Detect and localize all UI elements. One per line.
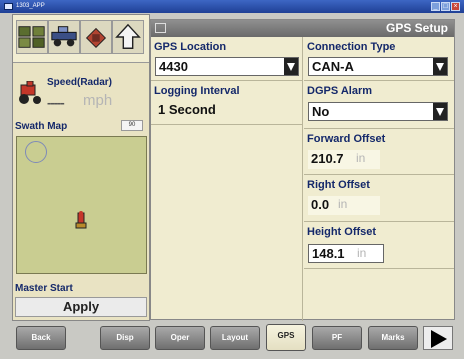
gps-location-cell: GPS Location 4430: [151, 37, 302, 81]
settings-column-right: Connection Type CAN-A DGPS Alarm No Forw…: [304, 37, 454, 321]
screens-button[interactable]: [16, 20, 48, 54]
swath-map-badge[interactable]: 90: [121, 120, 143, 131]
logging-interval-cell[interactable]: Logging Interval 1 Second: [151, 81, 302, 125]
minimize-button[interactable]: _: [431, 2, 440, 11]
height-offset-field[interactable]: 148.1 in: [308, 244, 384, 263]
height-offset-value: 148.1: [312, 246, 345, 261]
right-offset-label: Right Offset: [307, 179, 370, 191]
height-offset-unit: in: [357, 246, 367, 260]
app-icon: [4, 3, 13, 10]
settings-column-left: GPS Location 4430 Logging Interval 1 Sec…: [151, 37, 303, 321]
connection-type-select[interactable]: CAN-A: [308, 57, 448, 76]
gps-setup-panel: GPS Setup GPS Location 4430 Logging Inte…: [150, 19, 455, 321]
gps-location-select[interactable]: 4430: [155, 57, 299, 76]
height-offset-cell: Height Offset 148.1 in: [304, 222, 454, 269]
right-offset-value: 0.0: [311, 197, 330, 212]
forward-offset-value: 210.7: [311, 151, 344, 166]
swath-map-header: Swath Map 90: [13, 119, 149, 135]
logging-interval-value: 1 Second: [158, 102, 216, 117]
compass-icon: [25, 141, 47, 163]
tab-back[interactable]: Back: [16, 326, 66, 350]
height-offset-label: Height Offset: [307, 226, 377, 238]
up-arrow-button[interactable]: [112, 20, 144, 54]
forward-offset-unit: in: [356, 151, 366, 165]
tractor-icon: [19, 81, 41, 104]
connection-type-cell: Connection Type CAN-A: [304, 37, 454, 81]
right-offset-unit: in: [338, 197, 348, 211]
implement-icon: [85, 27, 107, 48]
tab-marks[interactable]: Marks: [368, 326, 418, 350]
window-title-bar: 1303_APP _ □ ×: [0, 0, 464, 13]
maximize-button[interactable]: □: [441, 2, 450, 11]
implement-button[interactable]: [80, 20, 112, 54]
logging-interval-label: Logging Interval: [154, 85, 240, 97]
speed-value: -----: [47, 95, 65, 110]
up-arrow-icon: [115, 23, 141, 49]
master-start-label: Master Start: [15, 283, 73, 294]
connection-type-value: CAN-A: [312, 59, 354, 74]
window-title: 1303_APP: [16, 3, 45, 9]
vehicle-icon: [51, 26, 77, 47]
panel-header: GPS Setup: [151, 20, 454, 37]
forward-offset-cell: Forward Offset 210.7 in: [304, 129, 454, 175]
chevron-down-icon: [284, 58, 298, 75]
tab-disp[interactable]: Disp: [100, 326, 150, 350]
bottom-tab-bar: Back Disp Oper Layout GPS PF Marks: [12, 324, 455, 352]
swath-map[interactable]: [16, 136, 147, 274]
forward-offset-field[interactable]: 210.7 in: [308, 150, 380, 169]
gps-location-value: 4430: [159, 59, 188, 74]
tab-layout[interactable]: Layout: [210, 326, 260, 350]
panel-title: GPS Setup: [385, 21, 448, 35]
swath-map-label: Swath Map: [15, 121, 68, 132]
screens-icon: [18, 26, 45, 48]
gps-location-label: GPS Location: [154, 41, 227, 53]
close-button[interactable]: ×: [451, 2, 460, 11]
panel-header-icon: [155, 23, 166, 33]
tab-pf[interactable]: PF: [312, 326, 362, 350]
next-page-button[interactable]: [423, 326, 453, 350]
dgps-alarm-cell: DGPS Alarm No: [304, 81, 454, 129]
forward-offset-label: Forward Offset: [307, 133, 386, 145]
speed-label: Speed(Radar): [47, 77, 113, 88]
vehicle-button[interactable]: [48, 20, 80, 54]
right-offset-cell: Right Offset 0.0 in: [304, 175, 454, 222]
tab-oper[interactable]: Oper: [155, 326, 205, 350]
chevron-down-icon: [433, 103, 447, 120]
left-panel: Speed(Radar) ----- mph Swath Map 90 Mast…: [12, 14, 150, 321]
apply-button[interactable]: Apply: [15, 297, 147, 317]
speed-unit: mph: [83, 92, 113, 109]
right-offset-field[interactable]: 0.0 in: [308, 196, 380, 215]
tab-gps[interactable]: GPS: [266, 324, 306, 351]
connection-type-label: Connection Type: [307, 41, 396, 53]
dgps-alarm-value: No: [312, 104, 330, 119]
chevron-down-icon: [433, 58, 447, 75]
window-controls: _ □ ×: [431, 2, 460, 11]
vehicle-marker-icon: [75, 211, 87, 229]
dgps-alarm-select[interactable]: No: [308, 102, 448, 121]
dgps-alarm-label: DGPS Alarm: [307, 85, 373, 97]
toolbar: [13, 15, 149, 63]
logging-interval-field[interactable]: 1 Second: [155, 101, 299, 120]
master-start: Master Start Apply: [13, 283, 149, 321]
